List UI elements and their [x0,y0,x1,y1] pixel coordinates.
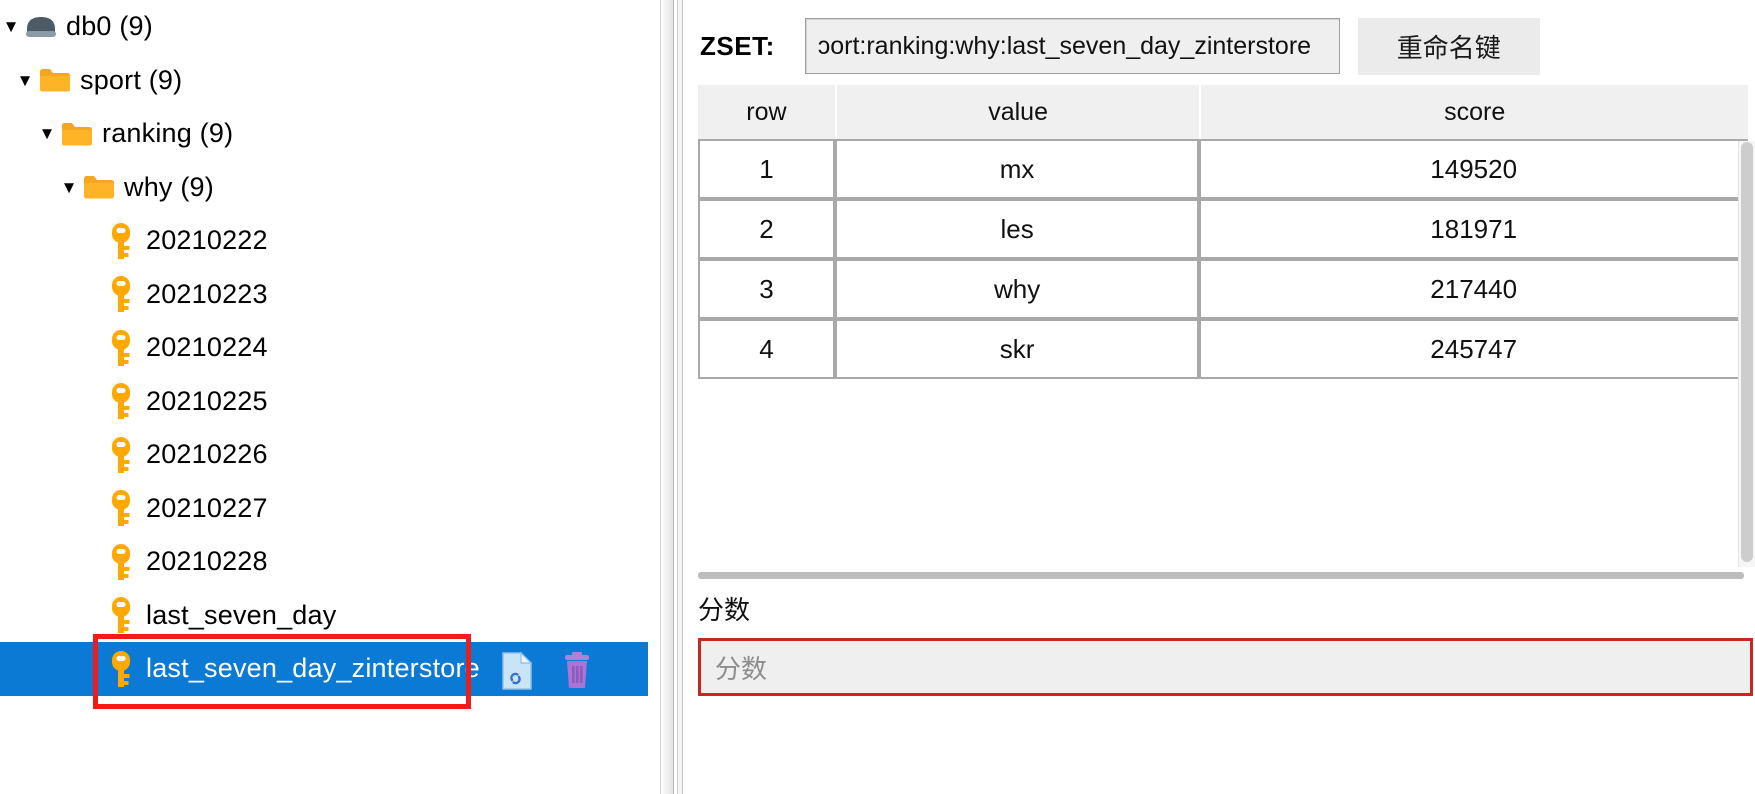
cell-score: 181971 [1199,199,1748,259]
tree-node-label: 20210222 [146,225,268,256]
score-field-label: 分数 [698,596,751,626]
cell-score: 217440 [1199,259,1748,319]
cell-score: 245747 [1199,319,1748,379]
key-icon [102,650,140,687]
folder-icon [36,63,74,97]
tree-node-label: 20210224 [146,332,268,363]
key-icon [102,276,140,313]
tree-node-label: db0 (9) [66,11,153,42]
chevron-down-icon[interactable]: ▼ [14,69,36,91]
chevron-down-icon[interactable]: ▼ [58,176,80,198]
column-header-value[interactable]: value [834,85,1200,139]
table-row[interactable]: 3 why 217440 [698,259,1748,319]
key-header-row: ZSET: ɔort:ranking:why:last_seven_day_zi… [690,14,1755,78]
cell-value: mx [834,139,1200,199]
table-vertical-scrollbar[interactable] [1738,141,1755,567]
key-icon [102,329,140,366]
table-horizontal-scrollbar[interactable] [698,572,1744,579]
chevron-down-icon[interactable]: ▼ [36,123,58,145]
tree-node-label: last_seven_day [146,599,337,630]
table-header-row: row value score [698,85,1748,139]
cell-row: 1 [698,139,835,199]
key-detail-panel: ZSET: ɔort:ranking:why:last_seven_day_zi… [690,0,1755,794]
database-icon [22,10,60,44]
cell-row: 3 [698,259,835,319]
tree-node-label: last_seven_day_zinterstore [146,653,480,684]
column-header-row[interactable]: row [698,85,835,139]
zset-members-table: row value score 1 mx 149520 2 les 181971… [698,85,1748,379]
key-type-label: ZSET: [700,30,775,61]
copy-link-icon[interactable] [498,650,536,692]
tree-node-key-20210226[interactable]: 20210226 [0,428,648,482]
table-body: 1 mx 149520 2 les 181971 3 why 217440 4 … [698,139,1748,379]
cell-value: les [834,199,1200,259]
tree-node-key-20210228[interactable]: 20210228 [0,535,648,589]
tree-node-label: 20210225 [146,385,268,416]
key-name-input[interactable]: ɔort:ranking:why:last_seven_day_zinterst… [804,18,1340,74]
cell-row: 2 [698,199,835,259]
tree-node-key-20210222[interactable]: 20210222 [0,214,648,268]
key-tree-panel[interactable]: ▼ db0 (9) ▼ sport (9) ▼ ranking (9) ▼ wh… [0,0,648,794]
tree-node-label: sport (9) [80,64,183,95]
tree-row-actions[interactable] [498,650,596,692]
panel-splitter[interactable] [648,0,690,794]
folder-icon [58,117,96,151]
table-row[interactable]: 2 les 181971 [698,199,1748,259]
tree-node-key-20210227[interactable]: 20210227 [0,482,648,536]
key-icon [102,597,140,634]
table-row[interactable]: 1 mx 149520 [698,139,1748,199]
key-icon [102,436,140,473]
tree-node-sport[interactable]: ▼ sport (9) [0,54,648,108]
key-icon [102,490,140,527]
table-header: row value score [698,85,1748,139]
tree-node-label: why (9) [124,171,214,202]
splitter-handle-inner[interactable] [677,0,683,794]
tree-node-key-20210224[interactable]: 20210224 [0,321,648,375]
cell-value: skr [834,319,1200,379]
key-icon [102,222,140,259]
rename-key-button[interactable]: 重命名键 [1357,17,1540,75]
tree-node-db0[interactable]: ▼ db0 (9) [0,0,648,54]
tree-node-label: 20210227 [146,492,268,523]
tree-node-label: ranking (9) [102,118,234,149]
cell-row: 4 [698,319,835,379]
folder-icon [80,170,118,204]
tree-node-label: 20210228 [146,546,268,577]
tree-node-label: 20210226 [146,439,268,470]
tree-node-key-last-seven-day[interactable]: last_seven_day [0,589,648,643]
table-row[interactable]: 4 skr 245747 [698,319,1748,379]
tree-node-key-20210225[interactable]: 20210225 [0,375,648,429]
key-icon [102,383,140,420]
tree-node-label: 20210223 [146,278,268,309]
cell-score: 149520 [1199,139,1748,199]
column-header-score[interactable]: score [1199,85,1748,139]
chevron-down-icon[interactable]: ▼ [0,16,22,38]
delete-trash-icon[interactable] [558,650,596,692]
tree-node-ranking[interactable]: ▼ ranking (9) [0,107,648,161]
scrollbar-thumb[interactable] [1741,142,1753,562]
tree-node-key-20210223[interactable]: 20210223 [0,268,648,322]
cell-value: why [834,259,1200,319]
key-icon [102,543,140,580]
tree-node-why[interactable]: ▼ why (9) [0,161,648,215]
score-input[interactable]: 分数 [698,638,1753,696]
splitter-handle-outer[interactable] [660,0,674,794]
